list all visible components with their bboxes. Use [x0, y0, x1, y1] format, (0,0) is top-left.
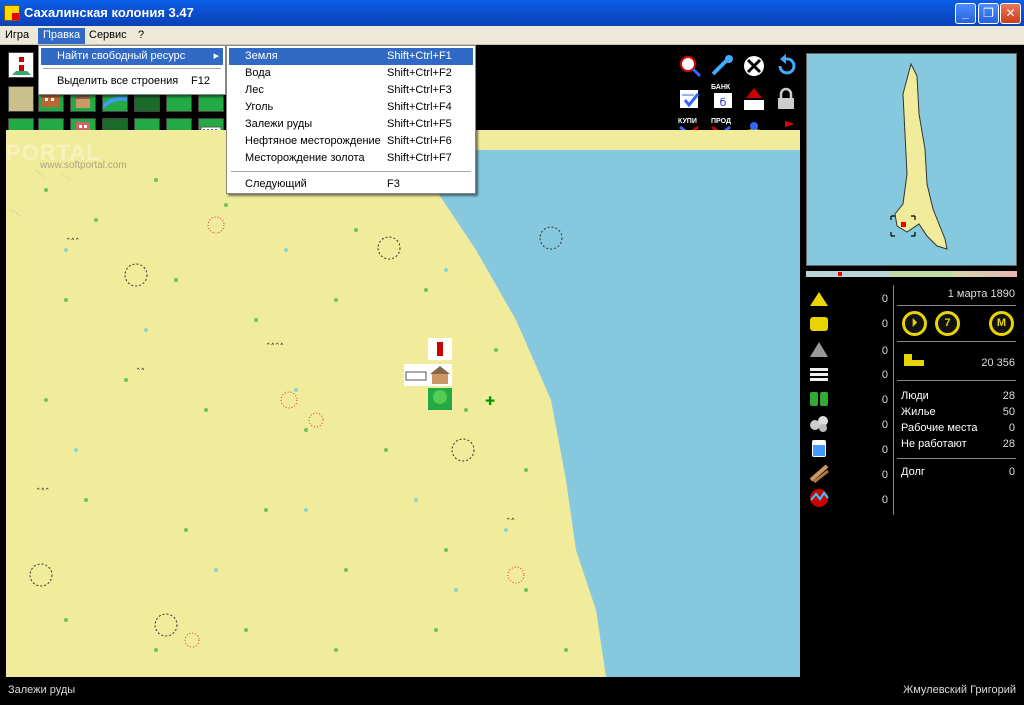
stats-divider [897, 458, 1016, 459]
svg-text:ˆ˄ˆ: ˆ˄ˆ [36, 487, 50, 498]
water-tank-icon [808, 438, 830, 458]
stats-divider [897, 305, 1016, 306]
title-bar: Сахалинская колония 3.47 _ ❐ ✕ [0, 0, 1024, 26]
menu-service[interactable]: Сервис [84, 28, 132, 44]
resource-value: 0 [881, 494, 888, 506]
menu-help[interactable]: ? [133, 28, 149, 44]
menu-separator [43, 68, 221, 69]
select-all-buildings-item[interactable]: Выделить все строения F12 [41, 73, 223, 90]
resource-item-gold[interactable]: Месторождение золота Shift+Ctrl+F7 [229, 150, 473, 167]
next-resource-item[interactable]: Следующий F3 [229, 176, 473, 193]
people-value: 28 [1002, 390, 1015, 402]
season-progress-bar [806, 271, 1017, 277]
minimize-button[interactable]: _ [955, 3, 976, 24]
upload-icon[interactable] [740, 86, 768, 112]
resource-item-water[interactable]: Вода Shift+Ctrl+F2 [229, 65, 473, 82]
menu-separator [231, 171, 471, 172]
demolish-icon[interactable] [740, 53, 768, 79]
resource-item-coal[interactable]: Уголь Shift+Ctrl+F4 [229, 99, 473, 116]
svg-text:б: б [720, 96, 727, 109]
unemployed-value: 28 [1002, 438, 1015, 450]
unemployed-label: Не работают [901, 438, 967, 450]
debt-label: Долг [901, 466, 925, 478]
speed-m-button[interactable]: M [989, 311, 1014, 336]
housing-value: 50 [1002, 406, 1015, 418]
resource-value: 0 [881, 394, 888, 406]
logs-icon [808, 463, 830, 484]
lighthouse-tool-icon[interactable] [8, 52, 34, 78]
svg-text:ˆ˄: ˆ˄ [506, 517, 515, 528]
checklist-icon[interactable] [676, 86, 704, 112]
bank-label: БАНК [711, 84, 731, 91]
people-label: Люди [901, 390, 929, 402]
colony-buildings: ✚ [404, 338, 495, 410]
stats-divider [897, 341, 1016, 342]
svg-text:ˆ˄: ˆ˄ [136, 367, 145, 378]
barrels-icon [808, 388, 830, 408]
minimap-island [890, 62, 948, 250]
terrain-tool-icon[interactable] [8, 86, 34, 112]
resource-item-oil[interactable]: Нефтяное месторождение Shift+Ctrl+F6 [229, 133, 473, 150]
stats-divider [897, 380, 1016, 381]
stones-icon [808, 413, 830, 433]
undo-icon[interactable] [772, 53, 800, 79]
money-value: 20 356 [981, 357, 1015, 369]
oil-icon [808, 488, 830, 508]
housing-label: Жилье [901, 406, 936, 418]
gold-sand-icon [808, 288, 830, 308]
debt-value: 0 [1008, 466, 1015, 478]
resource-value: 0 [881, 345, 888, 357]
find-free-resource-item[interactable]: Найти свободный ресурс ▸ [41, 48, 223, 65]
money-icon [903, 353, 925, 372]
coal-icon [808, 339, 830, 359]
lock-icon[interactable] [772, 86, 800, 112]
wrench-icon[interactable] [708, 53, 736, 79]
menu-bar: Игра Правка Сервис ? [0, 26, 1024, 45]
resource-item-forest[interactable]: Лес Shift+Ctrl+F3 [229, 82, 473, 99]
resource-value: 0 [881, 469, 888, 481]
app-icon[interactable] [4, 5, 20, 21]
player-name: Жмулевский Григорий [903, 684, 1016, 696]
edit-menu: Найти свободный ресурс ▸ Выделить все ст… [38, 45, 226, 95]
resource-value: 0 [881, 444, 888, 456]
close-button[interactable]: ✕ [1000, 3, 1021, 24]
maximize-button[interactable]: ❐ [978, 3, 999, 24]
speed-7-button[interactable]: 7 [935, 311, 960, 336]
watermark-url: www.softportal.com [40, 160, 127, 171]
panel-divider [893, 285, 894, 515]
menu-game[interactable]: Игра [0, 28, 34, 44]
resource-item-land[interactable]: Земля Shift+Ctrl+F1 [229, 48, 473, 65]
status-bar: Залежи руды Жмулевский Григорий [0, 678, 1024, 705]
play-speed-button[interactable]: ⏵ [902, 311, 927, 336]
progress-marker [838, 272, 842, 276]
magnifier-icon[interactable] [676, 53, 704, 79]
svg-text:✚: ✚ [485, 394, 495, 408]
minimap[interactable] [806, 53, 1017, 266]
hay-icon [808, 313, 830, 333]
resource-value: 0 [881, 293, 888, 305]
status-message: Залежи руды [8, 684, 76, 696]
game-date: 1 марта 1890 [947, 288, 1015, 300]
resource-value: 0 [881, 318, 888, 330]
resource-value: 0 [881, 369, 888, 381]
resource-submenu: Земля Shift+Ctrl+F1 Вода Shift+Ctrl+F2 Л… [226, 45, 476, 194]
map-terrain: ˆ˄ˆ ˆ˄ˆ˄ ˆ˄ ˆ˄ˆ ˆ˄ ✚ [10, 150, 800, 677]
resource-value: 0 [881, 419, 888, 431]
game-map[interactable]: ˆ˄ˆ ˆ˄ˆ˄ ˆ˄ ˆ˄ˆ ˆ˄ ✚ [6, 150, 800, 677]
menu-edit[interactable]: Правка [38, 28, 86, 44]
planks-icon [808, 364, 830, 384]
buy-label: КУПИ [678, 118, 697, 125]
svg-text:ˆ˄ˆ˄: ˆ˄ˆ˄ [266, 342, 284, 353]
resource-item-ore[interactable]: Залежи руды Shift+Ctrl+F5 [229, 116, 473, 133]
submenu-arrow-icon: ▸ [213, 50, 219, 62]
bank-button[interactable]: б БАНК [708, 84, 736, 110]
window-title: Сахалинская колония 3.47 [24, 5, 194, 20]
svg-text:ˆ˄ˆ: ˆ˄ˆ [66, 237, 80, 248]
sell-label: ПРОД [711, 118, 731, 125]
jobs-label: Рабочие места [901, 422, 978, 434]
jobs-value: 0 [1008, 422, 1015, 434]
